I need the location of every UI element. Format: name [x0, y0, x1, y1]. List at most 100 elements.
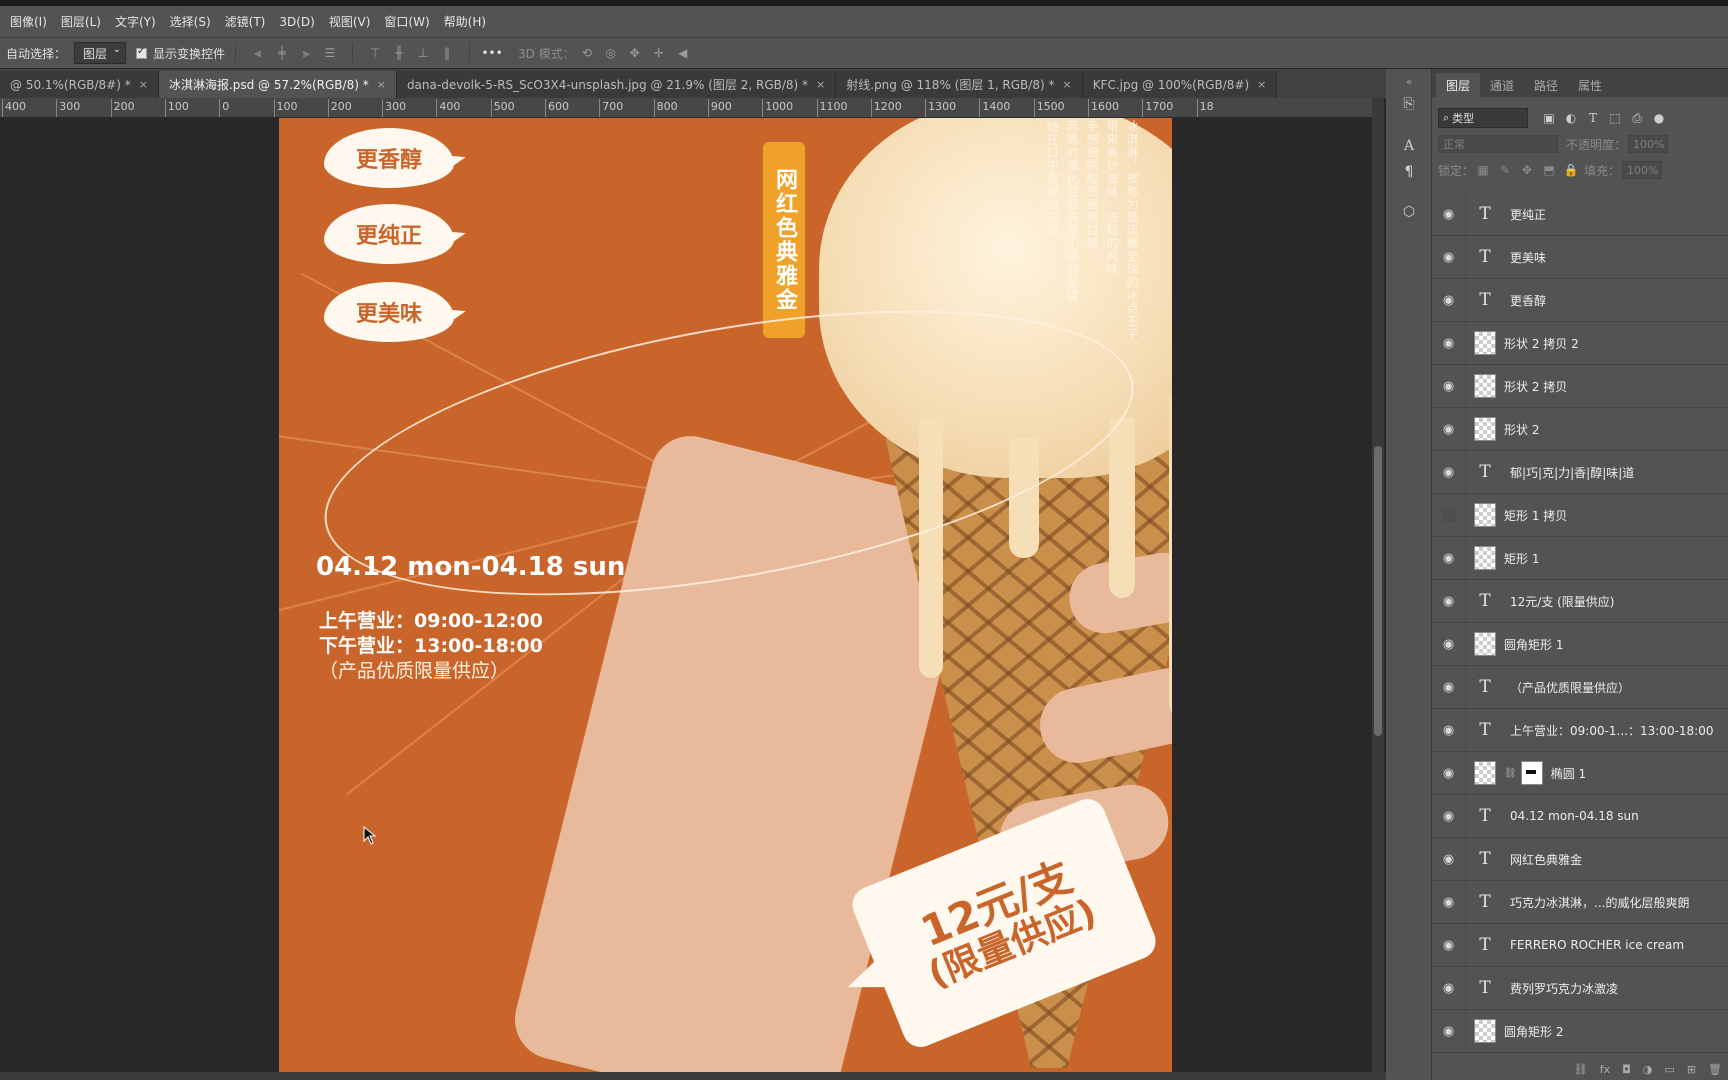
- fill-input[interactable]: 100%: [1622, 161, 1663, 179]
- menu-item[interactable]: 选择(S): [170, 13, 211, 30]
- layer-row[interactable]: ◉ T 12元/支 (限量供应): [1432, 579, 1728, 623]
- visibility-eye-icon[interactable]: ◉: [1432, 794, 1466, 838]
- panel-tab[interactable]: 路径: [1524, 73, 1568, 97]
- visibility-eye-icon[interactable]: ◉: [1432, 278, 1466, 322]
- new-group-icon[interactable]: ▭: [1664, 1063, 1674, 1076]
- close-tab-icon[interactable]: ×: [1257, 78, 1266, 91]
- layer-row[interactable]: ◉ 圆角矩形 2: [1432, 1009, 1728, 1053]
- visibility-eye-icon[interactable]: ◉: [1432, 751, 1466, 795]
- visibility-eye-icon[interactable]: ◉: [1432, 665, 1466, 709]
- layer-row[interactable]: ◉ 形状 2 拷贝: [1432, 364, 1728, 408]
- trash-icon[interactable]: 🗑: [1708, 1063, 1722, 1076]
- distribute-v-icon[interactable]: ‖: [438, 44, 456, 62]
- align-middle-icon[interactable]: ╫: [390, 44, 408, 62]
- close-tab-icon[interactable]: ×: [1062, 78, 1071, 91]
- menu-item[interactable]: 文字(Y): [115, 13, 156, 30]
- align-top-icon[interactable]: ⊤: [366, 44, 384, 62]
- fx-icon[interactable]: fx: [1600, 1063, 1610, 1076]
- filter-shape-icon[interactable]: ⬚: [1606, 109, 1624, 127]
- scroll-thumb[interactable]: [1374, 446, 1382, 736]
- layer-filter-dropdown[interactable]: ⌕ 类型: [1438, 108, 1528, 128]
- visibility-eye-icon[interactable]: ◉: [1432, 837, 1466, 881]
- panel-tab[interactable]: 属性: [1568, 73, 1612, 97]
- menu-item[interactable]: 滤镜(T): [225, 13, 266, 30]
- distribute-icon[interactable]: ☰: [321, 44, 339, 62]
- visibility-eye-icon[interactable]: ◉: [1432, 192, 1466, 236]
- visibility-eye-icon[interactable]: ◉: [1432, 364, 1466, 408]
- lock-artboard-icon[interactable]: ⬒: [1540, 161, 1558, 179]
- menu-item[interactable]: 3D(D): [279, 15, 314, 29]
- document-tab[interactable]: 冰淇淋海报.psd @ 57.2%(RGB/8) * ×: [158, 71, 397, 98]
- ice-cream-poster[interactable]: 更香醇 更纯正 更美味 网红色典雅金 她在口中浓郁的味道 而脆的威化层般爽朗不腻…: [279, 118, 1172, 1072]
- document-tab[interactable]: @ 50.1%(RGB/8#) * ×: [0, 71, 159, 98]
- layer-row[interactable]: ◉ T 更纯正: [1432, 192, 1728, 236]
- layer-row[interactable]: ◉ 圆角矩形 1: [1432, 622, 1728, 666]
- visibility-eye-icon[interactable]: ◉: [1432, 579, 1466, 623]
- layer-row[interactable]: ◉ ⛓ 椭圆 1: [1432, 751, 1728, 795]
- 3d-roll-icon[interactable]: ◎: [602, 44, 620, 62]
- show-transform-checkbox[interactable]: [136, 46, 148, 59]
- align-right-icon[interactable]: ⫸: [297, 44, 315, 62]
- layer-row[interactable]: 矩形 1 拷贝: [1432, 493, 1728, 537]
- document-tab[interactable]: 射线.png @ 118% (图层 1, RGB/8) * ×: [836, 71, 1083, 98]
- link-layers-icon[interactable]: ⛓: [1574, 1063, 1588, 1076]
- layer-row[interactable]: ◉ 矩形 1: [1432, 536, 1728, 580]
- visibility-eye-icon[interactable]: ◉: [1432, 708, 1466, 752]
- document-tab[interactable]: KFC.jpg @ 100%(RGB/8#) ×: [1082, 71, 1278, 98]
- 3d-pan-icon[interactable]: ✥: [626, 44, 644, 62]
- lock-position-icon[interactable]: ✥: [1518, 161, 1536, 179]
- layer-row[interactable]: ◉ T 04.12 mon-04.18 sun: [1432, 794, 1728, 838]
- close-tab-icon[interactable]: ×: [139, 78, 148, 91]
- align-bottom-icon[interactable]: ⊥: [414, 44, 432, 62]
- menu-item[interactable]: 图层(L): [61, 13, 101, 30]
- filter-toggle-icon[interactable]: ●: [1650, 109, 1668, 127]
- panel-tab[interactable]: 图层: [1436, 73, 1481, 97]
- blend-mode-dropdown[interactable]: 正常: [1438, 135, 1558, 153]
- layer-row[interactable]: ◉ T 上午营业：09:00-1...：13:00-18:00: [1432, 708, 1728, 752]
- visibility-eye-icon[interactable]: ◉: [1432, 880, 1466, 924]
- layer-row[interactable]: ◉ T 更香醇: [1432, 278, 1728, 322]
- layer-row[interactable]: ◉ T 郁|巧|克|力|香|醇|味|道: [1432, 450, 1728, 494]
- canvas-area[interactable]: 更香醇 更纯正 更美味 网红色典雅金 她在口中浓郁的味道 而脆的威化层般爽朗不腻…: [0, 118, 1372, 1072]
- filter-type-icon[interactable]: T: [1584, 109, 1602, 127]
- align-center-h-icon[interactable]: ╪: [273, 44, 291, 62]
- visibility-eye-icon[interactable]: ◉: [1432, 321, 1466, 365]
- history-icon[interactable]: ⎘: [1398, 93, 1420, 115]
- filter-pixel-icon[interactable]: ▣: [1540, 109, 1558, 127]
- panel-tab[interactable]: 通道: [1480, 73, 1524, 97]
- more-options-icon[interactable]: •••: [481, 44, 502, 62]
- layer-row[interactable]: ◉ T 更美味: [1432, 235, 1728, 279]
- filter-smart-icon[interactable]: ⎙: [1628, 109, 1646, 127]
- menu-item[interactable]: 图像(I): [10, 13, 47, 30]
- lock-all-icon[interactable]: 🔒: [1562, 161, 1580, 179]
- opacity-input[interactable]: 100%: [1628, 135, 1669, 153]
- visibility-eye-icon[interactable]: ◉: [1432, 1009, 1466, 1053]
- close-tab-icon[interactable]: ×: [377, 78, 386, 91]
- layer-row[interactable]: ◉ T 网红色典雅金: [1432, 837, 1728, 881]
- visibility-eye-icon[interactable]: [1432, 493, 1466, 537]
- lock-pixels-icon[interactable]: ✎: [1496, 161, 1514, 179]
- layer-mask-thumbnail[interactable]: [1520, 761, 1543, 785]
- 3d-rotate-icon[interactable]: ⟲: [578, 44, 596, 62]
- menu-item[interactable]: 视图(V): [329, 13, 371, 30]
- mask-link-icon[interactable]: ⛓: [1504, 768, 1517, 779]
- paragraph-icon[interactable]: ¶: [1398, 161, 1420, 183]
- 3d-camera-icon[interactable]: ◀: [674, 44, 692, 62]
- collapse-icon[interactable]: «: [1398, 71, 1420, 93]
- layer-row[interactable]: ◉ 形状 2: [1432, 407, 1728, 451]
- character-icon[interactable]: A: [1398, 135, 1420, 157]
- add-mask-icon[interactable]: ◘: [1622, 1063, 1631, 1076]
- visibility-eye-icon[interactable]: ◉: [1432, 450, 1466, 494]
- visibility-eye-icon[interactable]: ◉: [1432, 966, 1466, 1010]
- layer-row[interactable]: ◉ T 巧克力冰淇淋，...的威化层般爽朗: [1432, 880, 1728, 924]
- visibility-eye-icon[interactable]: ◉: [1432, 536, 1466, 580]
- close-tab-icon[interactable]: ×: [816, 78, 825, 91]
- 3d-slide-icon[interactable]: ✛: [650, 44, 668, 62]
- new-layer-icon[interactable]: ⊞: [1687, 1063, 1696, 1076]
- align-left-icon[interactable]: ⫷: [249, 44, 267, 62]
- lock-transparent-icon[interactable]: ▦: [1474, 161, 1492, 179]
- visibility-eye-icon[interactable]: ◉: [1432, 407, 1466, 451]
- document-tab[interactable]: dana-devolk-5-RS_ScO3X4-unsplash.jpg @ 2…: [396, 71, 837, 98]
- auto-select-dropdown[interactable]: 图层: [74, 42, 127, 64]
- vertical-scrollbar[interactable]: [1372, 98, 1384, 1072]
